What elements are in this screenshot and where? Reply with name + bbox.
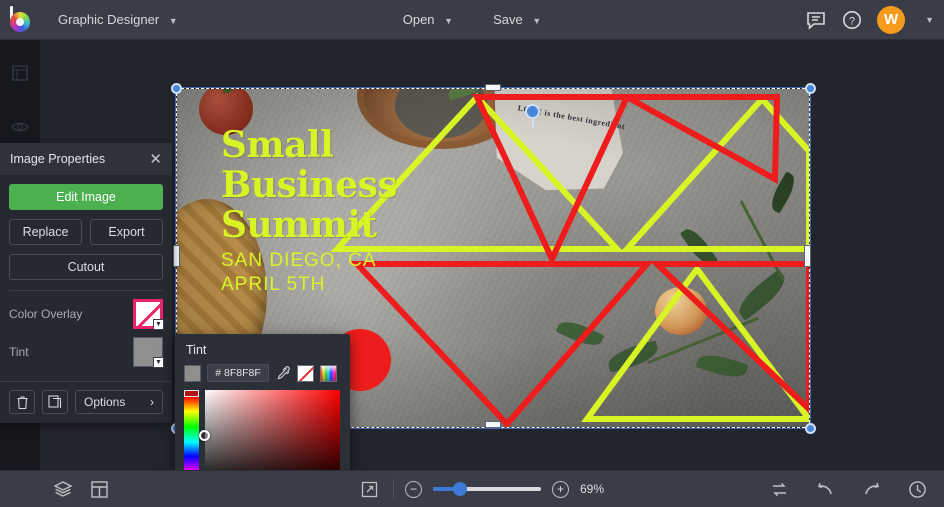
poster-title-line-2: Business <box>221 164 398 206</box>
svg-text:?: ? <box>849 15 855 27</box>
tint-label: Tint <box>9 345 29 359</box>
chevron-down-icon[interactable]: ▼ <box>925 15 934 25</box>
current-color-swatch[interactable] <box>184 364 201 382</box>
zoom-out-button[interactable]: − <box>405 480 422 498</box>
swap-icon[interactable] <box>766 477 792 501</box>
comment-icon[interactable] <box>805 9 827 31</box>
cutout-row: Cutout <box>9 254 163 280</box>
handle-top-left[interactable] <box>171 83 182 94</box>
rainbow-swatch[interactable] <box>320 364 337 382</box>
bevy-logo[interactable] <box>8 5 36 34</box>
chevron-down-icon: ▼ <box>168 16 178 26</box>
document-title-dropdown[interactable]: Graphic Designer ▼ <box>48 6 188 33</box>
templates-icon[interactable] <box>0 54 40 92</box>
app-root: Graphic Designer ▼ Open ▼ Save ▼ ? W ▼ S… <box>0 0 944 507</box>
handle-top-right[interactable] <box>805 83 816 94</box>
trash-icon[interactable] <box>9 390 35 414</box>
color-overlay-label: Color Overlay <box>9 307 83 321</box>
chevron-down-icon: ▼ <box>153 319 164 330</box>
poster-title-line-1: Small <box>221 124 334 166</box>
duplicate-icon[interactable] <box>42 390 68 414</box>
bottom-bar-right <box>766 477 930 501</box>
poster-subtitle-line-1: SAN DIEGO, CA <box>221 250 377 271</box>
handle-bottom-center[interactable] <box>485 421 501 428</box>
tint-swatch[interactable]: ▼ <box>133 337 164 368</box>
hue-selected-indicator <box>184 390 199 397</box>
hex-input[interactable]: # 8F8F8F <box>207 364 269 382</box>
replace-export-row: Replace Export <box>9 219 163 245</box>
no-color-swatch[interactable] <box>297 364 314 382</box>
panel-header: Image Properties ✕ <box>0 143 172 175</box>
color-overlay-row: Color Overlay ▼ <box>9 299 164 330</box>
zoom-slider-knob[interactable] <box>453 482 467 496</box>
panel-footer: Options › <box>0 381 172 423</box>
tint-row: Tint ▼ <box>9 337 164 368</box>
sv-cursor[interactable] <box>199 430 210 441</box>
handle-bottom-right[interactable] <box>805 423 816 434</box>
poster-subtitle: SAN DIEGO, CA APRIL 5TH <box>221 249 377 297</box>
undo-icon[interactable] <box>812 477 838 501</box>
handle-right-middle[interactable] <box>804 245 811 267</box>
image-properties-panel: Image Properties ✕ Edit Image Replace Ex… <box>0 143 172 423</box>
options-button[interactable]: Options › <box>75 390 163 414</box>
history-icon[interactable] <box>904 477 930 501</box>
bottom-bar: − + 69% <box>0 470 944 507</box>
close-icon[interactable]: ✕ <box>149 152 162 167</box>
open-menu-label: Open <box>402 12 435 27</box>
help-icon[interactable]: ? <box>841 9 863 31</box>
top-bar-actions: ? W ▼ <box>805 5 934 34</box>
eyedropper-icon[interactable] <box>275 365 291 382</box>
divider <box>393 479 394 499</box>
panel-divider <box>9 290 163 291</box>
panel-body: Edit Image Replace Export Cutout Color O… <box>0 175 172 381</box>
tint-popover-controls: # 8F8F8F <box>175 364 350 390</box>
grid-icon[interactable] <box>86 477 112 501</box>
avatar[interactable]: W <box>877 5 906 34</box>
export-button[interactable]: Export <box>90 219 163 245</box>
save-menu[interactable]: Save ▼ <box>481 6 553 33</box>
layers-icon[interactable] <box>50 477 76 501</box>
top-bar: Graphic Designer ▼ Open ▼ Save ▼ ? W ▼ <box>0 0 944 40</box>
poster-title-line-3: Summit <box>221 204 377 246</box>
poster-title: Small Business Summit <box>221 124 398 246</box>
zoom-in-button[interactable]: + <box>552 480 569 498</box>
poster-subtitle-line-2: APRIL 5TH <box>221 274 326 295</box>
document-title: Graphic Designer <box>58 12 160 27</box>
handle-top-center[interactable] <box>485 84 501 91</box>
options-label: Options <box>84 395 126 409</box>
color-overlay-swatch[interactable]: ▼ <box>133 299 164 330</box>
replace-button[interactable]: Replace <box>9 219 82 245</box>
cutout-button[interactable]: Cutout <box>9 254 163 280</box>
fit-to-screen-icon[interactable] <box>356 477 382 501</box>
zoom-value: 69% <box>580 482 605 496</box>
open-menu[interactable]: Open ▼ <box>391 6 465 33</box>
effects-icon[interactable] <box>0 108 40 146</box>
chevron-down-icon: ▼ <box>444 16 454 26</box>
chevron-right-icon: › <box>150 395 154 409</box>
bottom-bar-left <box>50 477 112 501</box>
handle-left-middle[interactable] <box>173 245 180 267</box>
save-menu-label: Save <box>493 12 523 27</box>
redo-icon[interactable] <box>858 477 884 501</box>
zoom-controls: − + 69% <box>356 477 618 501</box>
edit-image-button[interactable]: Edit Image <box>9 184 163 210</box>
rotation-handle[interactable] <box>525 104 540 119</box>
panel-title: Image Properties <box>10 152 106 166</box>
tint-popover-title: Tint <box>186 343 207 357</box>
chevron-down-icon: ▼ <box>532 16 542 26</box>
top-bar-menus: Open ▼ Save ▼ <box>391 6 554 33</box>
chevron-down-icon: ▼ <box>153 357 164 368</box>
zoom-slider[interactable] <box>433 482 541 496</box>
